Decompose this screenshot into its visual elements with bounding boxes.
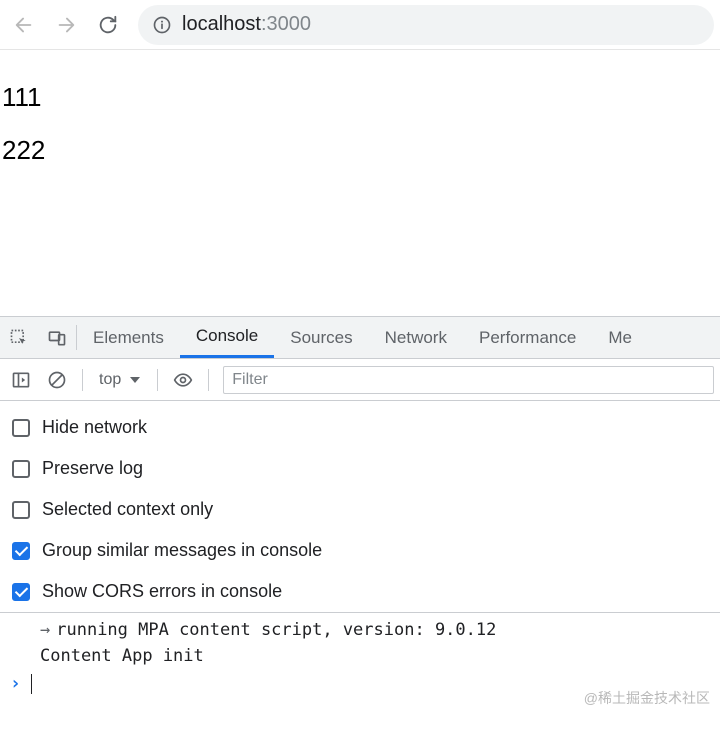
setting-hide-network[interactable]: Hide network	[0, 407, 720, 448]
setting-selected-context[interactable]: Selected context only	[0, 489, 720, 530]
page-line-2: 222	[2, 135, 718, 166]
setting-label: Group similar messages in console	[42, 540, 322, 561]
inspect-icon	[9, 328, 29, 348]
caret	[31, 674, 32, 694]
checkbox[interactable]	[12, 501, 30, 519]
log-line: Content App init	[0, 643, 720, 669]
clear-icon	[47, 370, 67, 390]
live-expression-button[interactable]	[168, 365, 198, 395]
info-icon	[152, 15, 172, 35]
tab-console[interactable]: Console	[180, 317, 274, 358]
device-toggle-button[interactable]	[38, 317, 76, 358]
chevron-down-icon	[129, 374, 141, 386]
tab-more[interactable]: Me	[592, 317, 648, 358]
inspect-button[interactable]	[0, 317, 38, 358]
tab-elements[interactable]: Elements	[77, 317, 180, 358]
context-label: top	[99, 371, 121, 389]
browser-toolbar: localhost:3000	[0, 0, 720, 50]
prompt-chevron-icon: ›	[10, 673, 21, 694]
tab-network[interactable]: Network	[369, 317, 463, 358]
eye-icon	[173, 370, 193, 390]
checkbox[interactable]	[12, 542, 30, 560]
arrow-right-icon	[55, 14, 77, 36]
tab-performance[interactable]: Performance	[463, 317, 592, 358]
setting-show-cors[interactable]: Show CORS errors in console	[0, 571, 720, 612]
log-line: →running MPA content script, version: 9.…	[0, 617, 720, 643]
separator	[157, 369, 158, 391]
sidebar-toggle-button[interactable]	[6, 365, 36, 395]
checkbox[interactable]	[12, 460, 30, 478]
context-selector[interactable]: top	[93, 371, 147, 389]
reload-button[interactable]	[90, 7, 126, 43]
checkbox[interactable]	[12, 583, 30, 601]
page-line-1: 111	[2, 82, 718, 113]
setting-label: Show CORS errors in console	[42, 581, 282, 602]
page-content: 111 222	[0, 50, 720, 206]
devtools-tabbar: Elements Console Sources Network Perform…	[0, 317, 720, 359]
setting-label: Preserve log	[42, 458, 143, 479]
arrow-left-icon	[13, 14, 35, 36]
setting-label: Hide network	[42, 417, 147, 438]
separator	[208, 369, 209, 391]
address-bar[interactable]: localhost:3000	[138, 5, 714, 45]
forward-button[interactable]	[48, 7, 84, 43]
device-icon	[47, 328, 67, 348]
console-settings: Hide network Preserve log Selected conte…	[0, 401, 720, 613]
separator	[82, 369, 83, 391]
devtools-panel: Elements Console Sources Network Perform…	[0, 316, 720, 730]
back-button[interactable]	[6, 7, 42, 43]
setting-group-similar[interactable]: Group similar messages in console	[0, 530, 720, 571]
checkbox[interactable]	[12, 419, 30, 437]
setting-label: Selected context only	[42, 499, 213, 520]
filter-input[interactable]	[223, 366, 714, 394]
url-text: localhost:3000	[182, 13, 311, 36]
setting-preserve-log[interactable]: Preserve log	[0, 448, 720, 489]
watermark: @稀土掘金技术社区	[584, 688, 710, 708]
sidebar-icon	[11, 370, 31, 390]
console-toolbar: top	[0, 359, 720, 401]
reload-icon	[97, 14, 119, 36]
tab-sources[interactable]: Sources	[274, 317, 368, 358]
clear-console-button[interactable]	[42, 365, 72, 395]
